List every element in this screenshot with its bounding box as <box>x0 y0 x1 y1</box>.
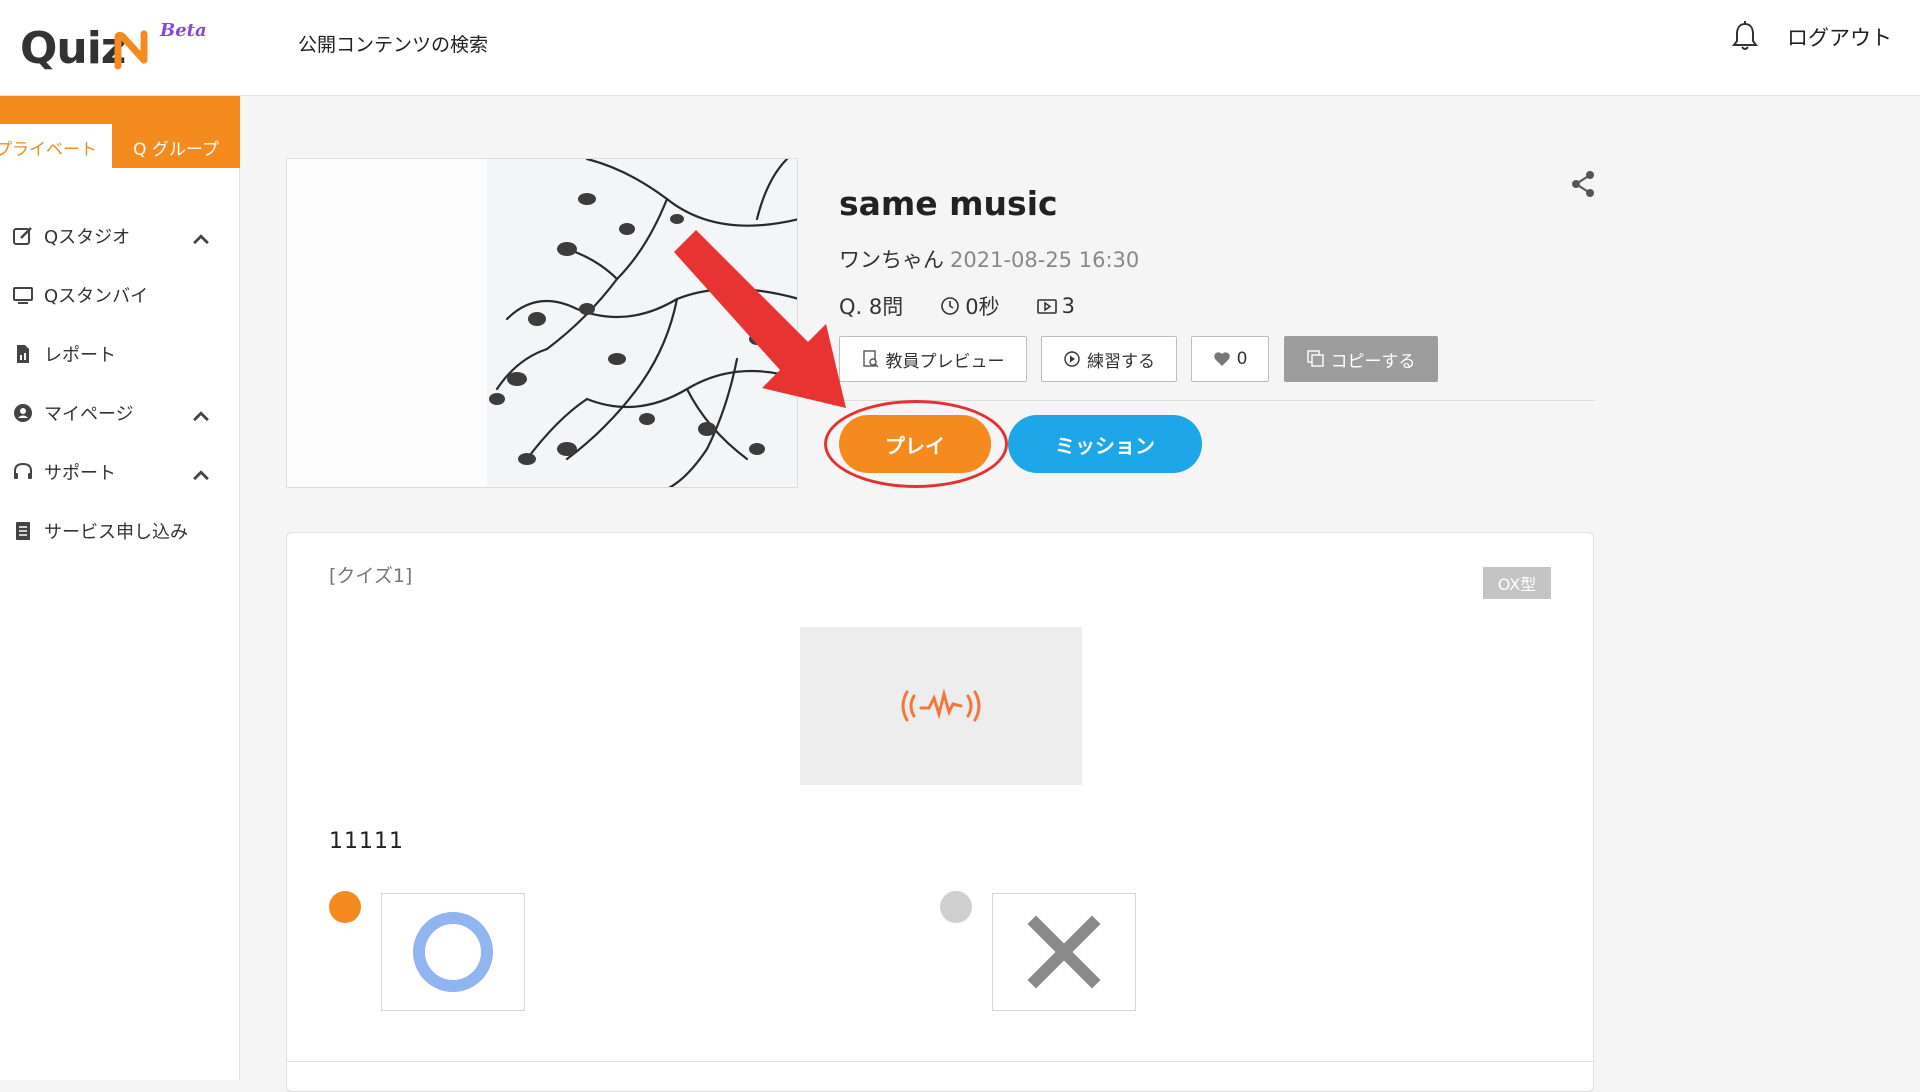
chevron-up-icon[interactable] <box>190 405 212 427</box>
card-divider <box>287 1061 1595 1062</box>
created-date: 2021-08-25 16:30 <box>950 248 1140 272</box>
choice-o[interactable] <box>381 893 525 1011</box>
quiz-type-badge: OX型 <box>1483 567 1551 599</box>
sidebar-item-label: Qスタジオ <box>44 227 131 248</box>
play-circle-icon <box>1064 351 1080 367</box>
play-highlight-circle <box>824 400 1008 488</box>
sidebar-item-label: サポート <box>44 463 116 484</box>
quiz-title: same music <box>839 184 1058 223</box>
bell-icon[interactable] <box>1730 20 1760 52</box>
quiz-card: [クイズ1] OX型 11111 <box>286 532 1595 1092</box>
mission-button[interactable]: ミッション <box>1008 415 1202 473</box>
sidebar-item-report[interactable]: レポート <box>12 334 222 374</box>
play-count-meta: 3 <box>1036 294 1075 318</box>
cross-x-icon <box>1027 915 1101 989</box>
logout-button[interactable]: ログアウト <box>1787 22 1892 52</box>
choice-x[interactable] <box>992 893 1136 1011</box>
report-icon <box>17 345 29 363</box>
quiz-meta: Q. 8問 0秒 3 <box>839 291 1111 321</box>
question-text: 11111 <box>329 829 404 854</box>
sidebar-item-label: マイページ <box>44 404 134 425</box>
preview-document-icon <box>862 350 878 368</box>
sidebar-item-q-standby[interactable]: Qスタンバイ <box>12 275 222 315</box>
tab-q-group[interactable]: Q グループ <box>112 124 240 170</box>
author-line: ワンちゃん 2021-08-25 16:30 <box>839 244 1139 274</box>
play-box-icon <box>1036 299 1057 314</box>
practice-button[interactable]: 練習する <box>1041 336 1177 382</box>
like-button[interactable]: 0 <box>1191 336 1269 382</box>
chevron-up-icon[interactable] <box>190 228 212 250</box>
action-divider <box>839 400 1595 401</box>
public-content-search-link[interactable]: 公開コンテンツの検索 <box>298 30 488 57</box>
audio-wave-icon <box>901 688 981 722</box>
sidebar-tabs: プライベート Q グループ <box>0 96 240 170</box>
heart-icon <box>1213 352 1230 366</box>
sidebar-item-my-page[interactable]: マイページ <box>12 393 222 433</box>
sidebar-item-support[interactable]: サポート <box>12 452 222 492</box>
sidebar: プライベート Q グループ Qスタジオ Qスタンバイ レポート マイページ サポ… <box>0 96 240 1080</box>
audio-media[interactable] <box>800 627 1082 785</box>
top-header: Quiz Beta 公開コンテンツの検索 ログアウト <box>0 0 1920 96</box>
sidebar-item-q-studio[interactable]: Qスタジオ <box>12 216 222 256</box>
practice-label: 練習する <box>1087 351 1155 372</box>
teacher-preview-label: 教員プレビュー <box>885 351 1005 372</box>
monitor-icon <box>13 287 33 304</box>
logo-n-mark <box>114 30 148 70</box>
choice-o-radio[interactable] <box>329 891 361 923</box>
sidebar-item-label: サービス申し込み <box>44 522 188 543</box>
share-icon[interactable] <box>1570 170 1596 198</box>
document-icon <box>16 522 30 540</box>
red-pointer-arrow-icon <box>674 230 846 408</box>
tab-private[interactable]: プライベート <box>0 124 112 170</box>
like-count: 0 <box>1236 349 1248 369</box>
sidebar-item-label: レポート <box>44 345 116 366</box>
logo-text: Quiz <box>20 23 126 74</box>
time-value: 0秒 <box>965 295 1000 319</box>
copy-icon <box>1306 350 1324 367</box>
circle-o-icon <box>413 912 493 992</box>
sidebar-item-label: Qスタンバイ <box>44 286 149 307</box>
sidebar-item-service-application[interactable]: サービス申し込み <box>12 511 222 551</box>
teacher-preview-button[interactable]: 教員プレビュー <box>839 336 1027 382</box>
edit-icon <box>13 227 32 245</box>
play-count-value: 3 <box>1061 294 1075 318</box>
clock-icon <box>941 297 960 315</box>
user-icon <box>14 404 32 422</box>
time-meta: 0秒 <box>939 291 1000 321</box>
headset-icon <box>14 462 32 479</box>
logo-beta-label: Beta <box>160 20 207 41</box>
copy-button[interactable]: コピーする <box>1284 336 1438 382</box>
choice-x-radio[interactable] <box>940 891 972 923</box>
quiz-number-label: [クイズ1] <box>329 565 413 587</box>
copy-label: コピーする <box>1330 351 1416 372</box>
chevron-up-icon[interactable] <box>190 464 212 486</box>
